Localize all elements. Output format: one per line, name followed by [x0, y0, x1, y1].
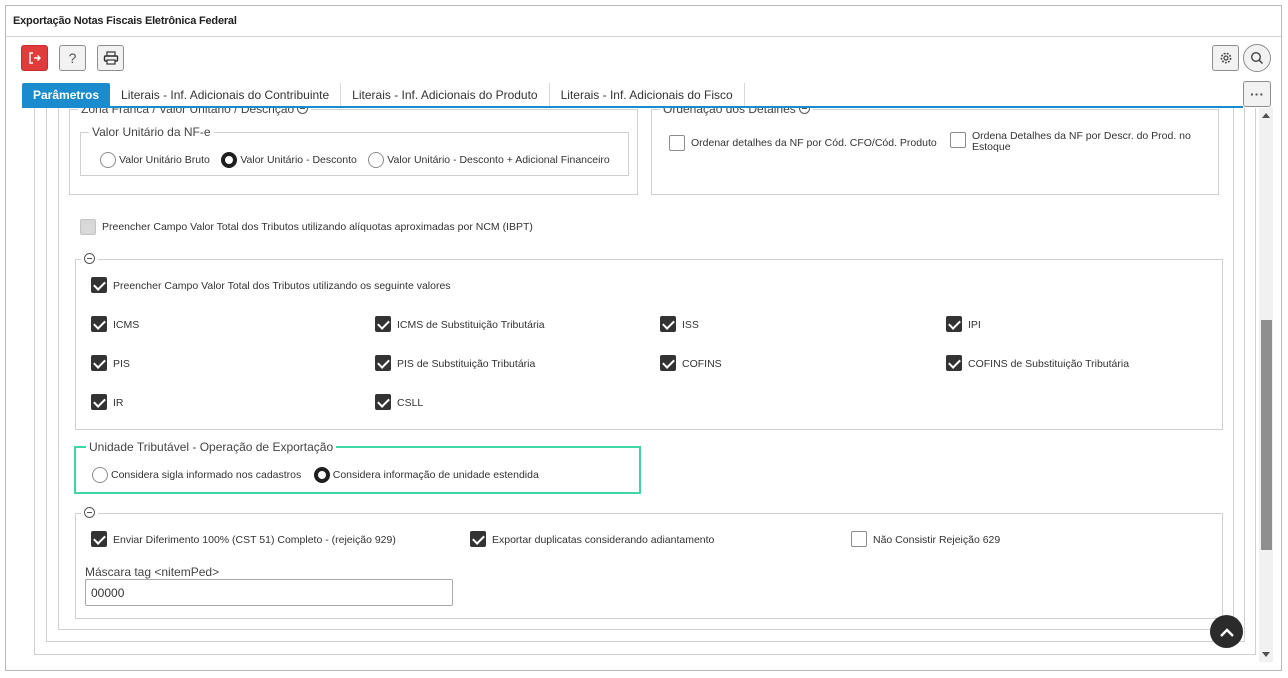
tributos-main-checkbox[interactable]: [91, 277, 107, 293]
radio-valor-desconto-adicional[interactable]: Valor Unitário - Desconto + Adicional Fi…: [368, 151, 610, 168]
gear-icon: [1220, 52, 1231, 64]
radio-circle[interactable]: [221, 151, 238, 168]
pis-st-checkbox[interactable]: [375, 355, 391, 371]
settings-button[interactable]: [1212, 45, 1239, 71]
valor-unitario-radios: Valor Unitário Bruto Valor Unitário - De…: [100, 151, 610, 169]
outros-legend: [81, 506, 98, 520]
tab-literais-fisco[interactable]: Literais - Inf. Adicionais do Fisco: [550, 83, 745, 107]
pis-checkbox[interactable]: [91, 355, 107, 371]
cofins-label: COFINS: [682, 358, 722, 370]
ipi-label: IPI: [968, 319, 981, 331]
tab-parametros[interactable]: Parâmetros: [22, 83, 111, 107]
radio-valor-desconto[interactable]: Valor Unitário - Desconto: [221, 151, 361, 168]
zona-franca-legend: Zona Franca / Valor Unitário / Descrição: [78, 108, 311, 116]
window-frame: Exportação Notas Fiscais Eletrônica Fede…: [5, 5, 1282, 671]
valor-unitario-legend: Valor Unitário da NF-e: [92, 125, 211, 139]
radio-label: Valor Unitário - Desconto + Adicional Fi…: [387, 153, 610, 166]
ordenar-cfo-label: Ordenar detalhes da NF por Cód. CFO/Cód.…: [691, 137, 937, 149]
radio-circle[interactable]: [100, 151, 116, 168]
scrollbar[interactable]: [1259, 108, 1273, 662]
ir-label: IR: [113, 397, 124, 409]
print-button[interactable]: [97, 45, 124, 71]
search-icon: [1250, 51, 1264, 65]
radio-valor-bruto[interactable]: Valor Unitário Bruto: [100, 151, 214, 168]
collapse-icon[interactable]: [297, 108, 309, 114]
window-title: Exportação Notas Fiscais Eletrônica Fede…: [13, 15, 237, 27]
tab-literais-contribuinte[interactable]: Literais - Inf. Adicionais do Contribuin…: [110, 83, 342, 107]
icms-st-label: ICMS de Substituição Tributária: [397, 319, 545, 331]
scroll-up-icon[interactable]: [1262, 113, 1270, 118]
cofins-st-checkbox[interactable]: [946, 355, 962, 371]
radio-unidade-estendida[interactable]: Considera informação de unidade estendid…: [313, 466, 539, 483]
diferimento-checkbox[interactable]: [91, 531, 107, 547]
tab-literais-produto[interactable]: Literais - Inf. Adicionais do Produto: [341, 83, 550, 107]
ipi-checkbox[interactable]: [946, 316, 962, 332]
icms-label: ICMS: [113, 319, 140, 331]
zona-franca-title: Zona Franca / Valor Unitário / Descrição: [81, 108, 295, 116]
radio-label: Valor Unitário Bruto: [119, 153, 210, 166]
more-options-button[interactable]: ···: [1243, 81, 1271, 107]
tributos-main-label: Preencher Campo Valor Total dos Tributos…: [113, 280, 451, 292]
scroll-to-top-button[interactable]: [1210, 615, 1243, 648]
mascara-tag-input[interactable]: [85, 579, 453, 606]
duplicatas-checkbox[interactable]: [470, 531, 486, 547]
radio-label: Considera sigla informado nos cadastros: [111, 468, 302, 481]
iss-label: ISS: [682, 319, 699, 331]
icms-checkbox[interactable]: [91, 316, 107, 332]
radio-label: Valor Unitário - Desconto: [240, 153, 357, 166]
search-button[interactable]: [1243, 44, 1271, 72]
csll-label: CSLL: [397, 397, 424, 409]
collapse-icon[interactable]: [798, 108, 810, 114]
title-divider: [6, 36, 1281, 37]
unidade-tributavel-legend: Unidade Tributável - Operação de Exporta…: [89, 440, 334, 454]
ordenar-descricao-checkbox[interactable]: [950, 132, 966, 148]
radio-label: Considera informação de unidade estendid…: [332, 468, 539, 481]
radio-circle[interactable]: [368, 151, 385, 168]
iss-checkbox[interactable]: [660, 316, 676, 332]
collapse-icon[interactable]: [84, 507, 95, 518]
radio-sigla-cadastros[interactable]: Considera sigla informado nos cadastros: [92, 466, 306, 483]
rejeicao-629-label: Não Consistir Rejeição 629: [873, 534, 1001, 546]
icms-st-checkbox[interactable]: [375, 316, 391, 332]
exit-button[interactable]: [21, 45, 48, 71]
ordenar-descricao-line2: Estoque: [972, 141, 1011, 153]
ordenacao-title: Ordenação dos Detalhes: [663, 108, 796, 116]
radio-circle[interactable]: [313, 466, 330, 483]
ir-checkbox[interactable]: [91, 394, 107, 410]
parametros-panel: Zona Franca / Valor Unitário / Descrição…: [22, 108, 1258, 662]
help-button[interactable]: ?: [59, 45, 86, 71]
ordenar-cfo-checkbox[interactable]: [669, 135, 685, 151]
csll-checkbox[interactable]: [375, 394, 391, 410]
ordenar-descricao-label: Ordena Detalhes da NF por Descr. do Prod…: [972, 131, 1191, 153]
diferimento-label: Enviar Diferimento 100% (CST 51) Complet…: [113, 534, 396, 546]
radio-circle[interactable]: [92, 466, 108, 483]
cofins-st-label: COFINS de Substituição Tributária: [968, 358, 1130, 370]
more-icon: ···: [1250, 86, 1264, 102]
tab-bar: Parâmetros Literais - Inf. Adicionais do…: [22, 83, 745, 107]
rejeicao-629-checkbox[interactable]: [851, 531, 867, 547]
scroll-down-icon[interactable]: [1262, 652, 1270, 657]
pis-label: PIS: [113, 358, 130, 370]
tributos-group: [75, 252, 1223, 430]
collapse-icon[interactable]: [84, 253, 95, 264]
duplicatas-label: Exportar duplicatas considerando adianta…: [492, 534, 715, 546]
mascara-tag-label: Máscara tag <nitemPed>: [85, 565, 220, 579]
chevron-up-icon: [1219, 627, 1234, 637]
tributos-legend: [81, 252, 98, 266]
ordenacao-legend: Ordenação dos Detalhes: [660, 108, 813, 116]
printer-icon: [103, 51, 118, 65]
pis-st-label: PIS de Substituição Tributária: [397, 358, 536, 370]
ibpt-label: Preencher Campo Valor Total dos Tributos…: [102, 221, 533, 233]
ibpt-checkbox[interactable]: [80, 219, 96, 235]
help-icon: ?: [68, 50, 77, 66]
scrollbar-thumb[interactable]: [1261, 320, 1272, 550]
exit-icon: [28, 52, 41, 64]
cofins-checkbox[interactable]: [660, 355, 676, 371]
unidade-tributavel-radios: Considera sigla informado nos cadastros …: [92, 466, 539, 484]
